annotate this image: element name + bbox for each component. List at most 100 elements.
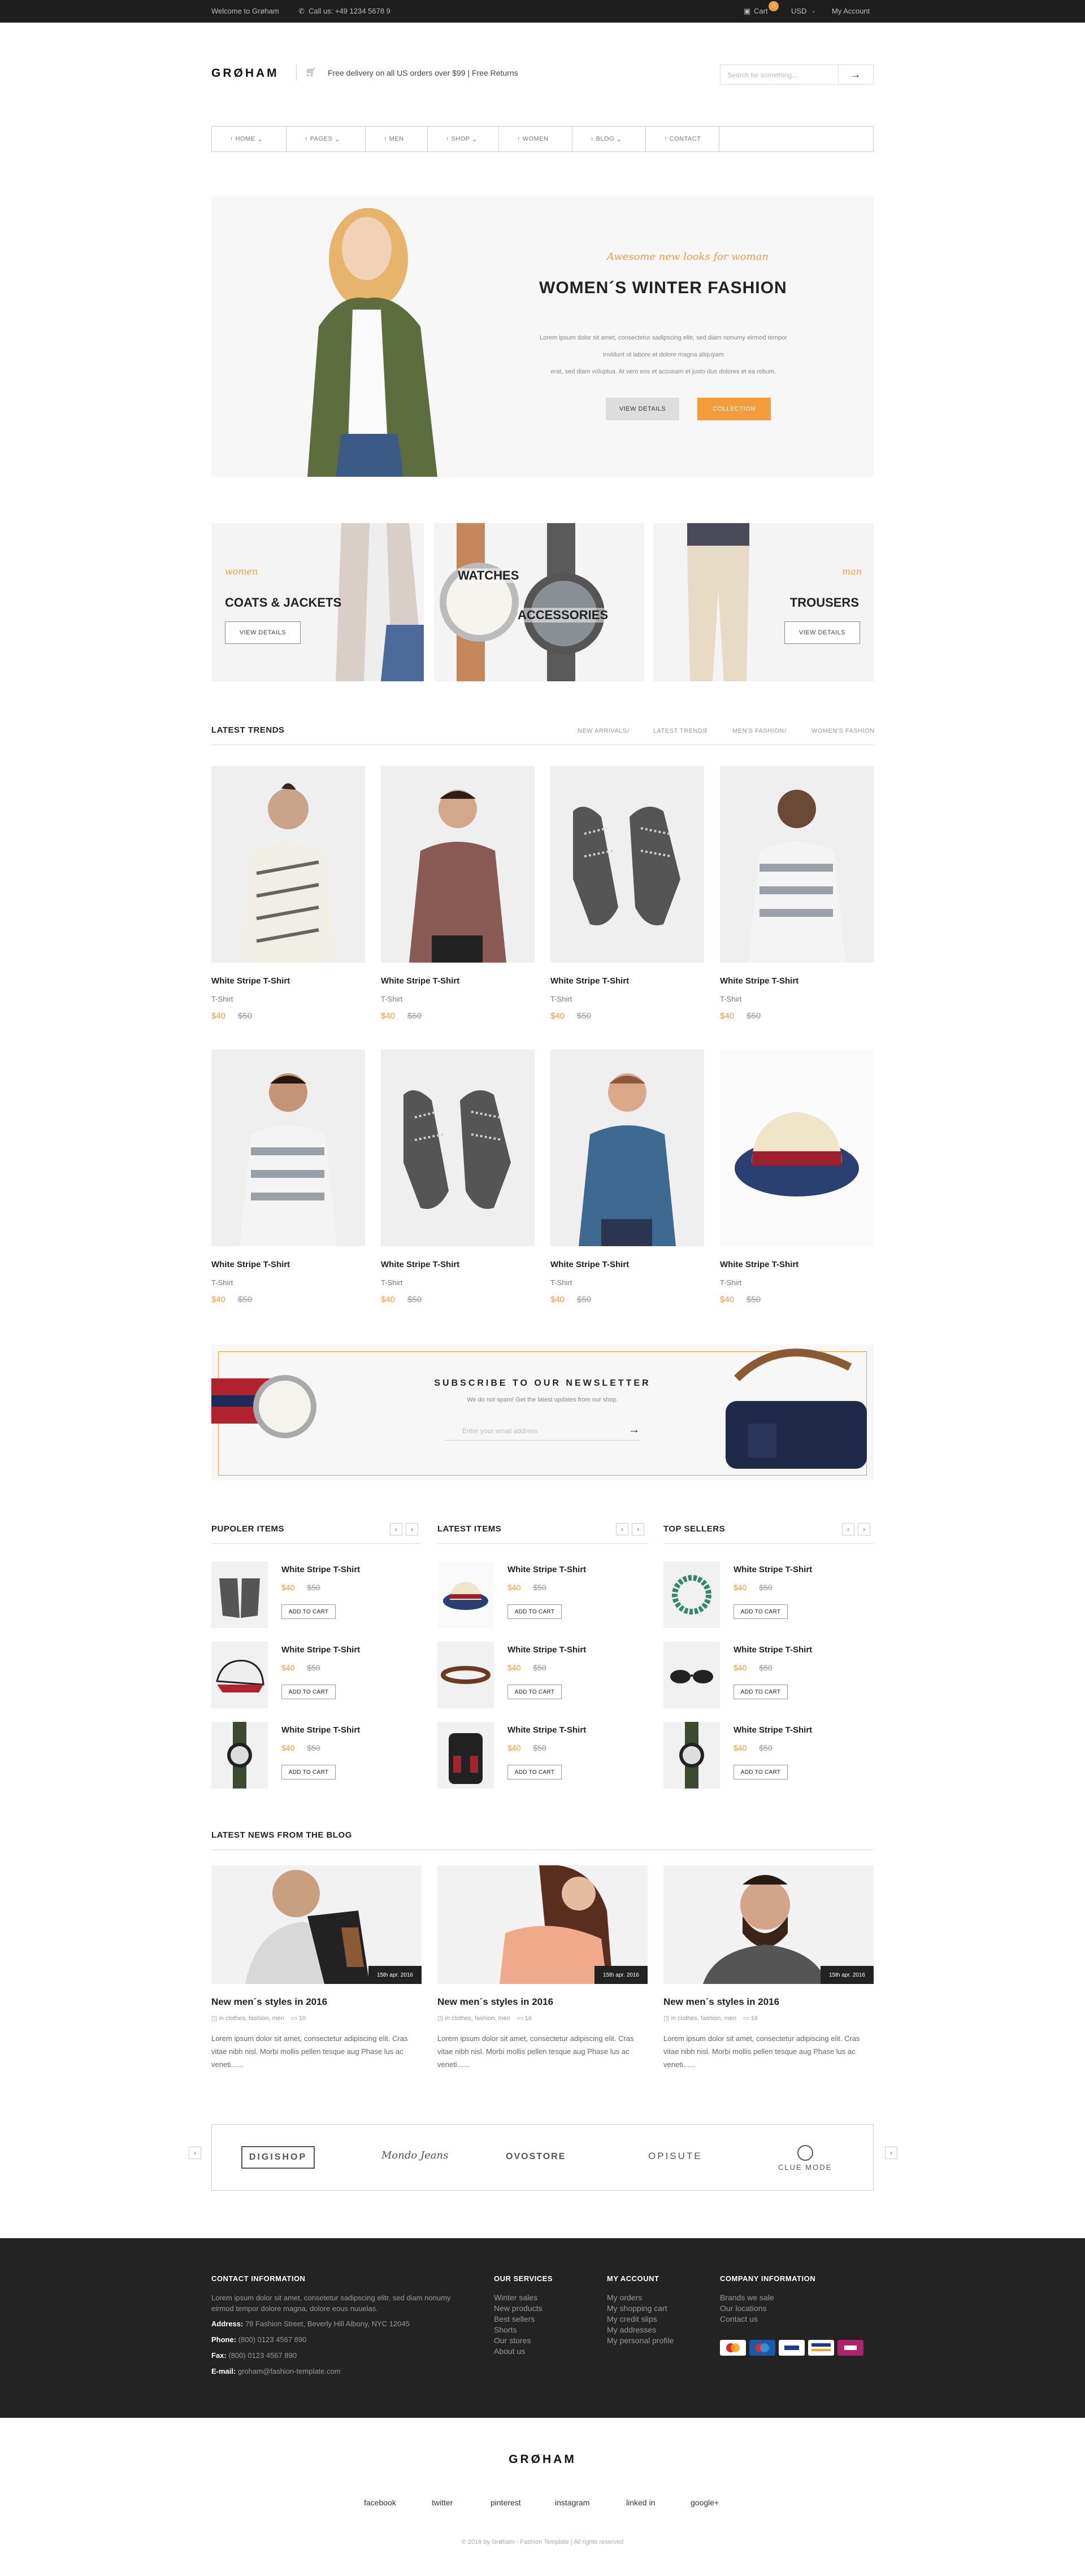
post-image[interactable]: 15th apr. 2016 bbox=[663, 1865, 874, 1984]
brand-logo[interactable]: CLUE MODE bbox=[778, 2163, 832, 2172]
product-name[interactable]: White Stripe T-Shirt bbox=[211, 1260, 365, 1269]
item-name[interactable]: White Stripe T-Shirt bbox=[507, 1565, 586, 1574]
chevron-left-icon[interactable]: ‹ bbox=[189, 2147, 201, 2159]
post-title[interactable]: New men´s styles in 2016 bbox=[437, 1996, 648, 2008]
item-thumb[interactable] bbox=[663, 1642, 720, 1708]
item-thumb[interactable] bbox=[211, 1722, 268, 1789]
post-image[interactable]: 15th apr. 2016 bbox=[437, 1865, 648, 1984]
item-name[interactable]: White Stripe T-Shirt bbox=[734, 1725, 812, 1735]
footer-link[interactable]: Contact us bbox=[720, 2314, 774, 2325]
filter-new-arrivals[interactable]: NEW ARRIVALS bbox=[578, 728, 627, 734]
item-name[interactable]: White Stripe T-Shirt bbox=[281, 1565, 360, 1574]
chevron-right-icon[interactable]: › bbox=[632, 1523, 644, 1535]
email-input[interactable]: Enter your email address bbox=[462, 1427, 537, 1435]
product-image[interactable] bbox=[550, 1050, 704, 1246]
collection-button[interactable]: COLLECTION bbox=[697, 398, 771, 420]
product-card[interactable]: White Stripe T-Shirt T-Shirt $40 $50 bbox=[211, 1050, 365, 1304]
footer-link[interactable]: About us bbox=[494, 2346, 542, 2357]
add-to-cart-button[interactable]: ADD TO CART bbox=[734, 1685, 788, 1699]
product-name[interactable]: White Stripe T-Shirt bbox=[381, 1260, 535, 1269]
post-tags[interactable]: in clothes, fashion, men bbox=[219, 2015, 284, 2022]
product-card[interactable]: White Stripe T-Shirt T-Shirt $40 $50 bbox=[211, 766, 365, 1021]
item-name[interactable]: White Stripe T-Shirt bbox=[281, 1645, 360, 1655]
product-card[interactable]: White Stripe T-Shirt T-Shirt $40 $50 bbox=[381, 766, 535, 1021]
chevron-right-icon[interactable]: › bbox=[406, 1523, 418, 1535]
product-image[interactable] bbox=[381, 766, 535, 963]
add-to-cart-button[interactable]: ADD TO CART bbox=[281, 1604, 336, 1619]
footer-link[interactable]: Our locations bbox=[720, 2303, 774, 2314]
product-image[interactable] bbox=[550, 766, 704, 963]
search-button[interactable]: → bbox=[838, 65, 873, 84]
view-details-button[interactable]: VIEW DETAILS bbox=[225, 621, 301, 644]
item-name[interactable]: White Stripe T-Shirt bbox=[734, 1565, 812, 1574]
blog-post[interactable]: 15th apr. 2016 New men´s styles in 2016 … bbox=[211, 1865, 422, 2071]
product-card[interactable]: White Stripe T-Shirt T-Shirt $40 $50 bbox=[550, 766, 704, 1021]
footer-link[interactable]: Brands we sale bbox=[720, 2292, 774, 2303]
item-thumb[interactable] bbox=[663, 1722, 720, 1789]
linkedin-link[interactable]: linked in bbox=[626, 2498, 655, 2507]
product-image[interactable] bbox=[720, 766, 874, 963]
list-item[interactable]: White Stripe T-Shirt $40 $50 ADD TO CART bbox=[663, 1642, 874, 1708]
item-thumb[interactable] bbox=[663, 1561, 720, 1628]
list-item[interactable]: White Stripe T-Shirt $40 $50 ADD TO CART bbox=[663, 1561, 874, 1628]
list-item[interactable]: White Stripe T-Shirt $40 $50 ADD TO CART bbox=[437, 1642, 648, 1708]
item-thumb[interactable] bbox=[437, 1722, 494, 1789]
footer-logo[interactable]: GRØHAM bbox=[0, 2453, 1085, 2466]
product-card[interactable]: White Stripe T-Shirt T-Shirt $40 $50 bbox=[720, 1050, 874, 1304]
add-to-cart-button[interactable]: ADD TO CART bbox=[507, 1685, 562, 1699]
cart-icon[interactable]: ▣ bbox=[744, 7, 750, 16]
add-to-cart-button[interactable]: ADD TO CART bbox=[507, 1604, 562, 1619]
pinterest-link[interactable]: pinterest bbox=[491, 2498, 521, 2507]
item-name[interactable]: White Stripe T-Shirt bbox=[734, 1645, 812, 1655]
filter-latest-trends[interactable]: LATEST TRENDS bbox=[653, 728, 707, 734]
nav-contact[interactable]: ↑ CONTACT bbox=[646, 127, 719, 151]
list-item[interactable]: White Stripe T-Shirt $40 $50 ADD TO CART bbox=[663, 1722, 874, 1789]
cart-link[interactable]: Cart bbox=[754, 7, 768, 15]
site-logo[interactable]: GRØHAM bbox=[211, 67, 279, 80]
nav-pages[interactable]: ↑ PAGES ⌄ bbox=[287, 127, 366, 151]
product-name[interactable]: White Stripe T-Shirt bbox=[720, 976, 874, 986]
brand-logo[interactable]: OVOSTORE bbox=[506, 2152, 566, 2162]
view-details-button[interactable]: VIEW DETAILS bbox=[784, 621, 860, 644]
twitter-link[interactable]: twitter bbox=[432, 2498, 453, 2507]
post-title[interactable]: New men´s styles in 2016 bbox=[663, 1996, 874, 2008]
footer-link[interactable]: New products bbox=[494, 2303, 542, 2314]
footer-link[interactable]: My credit slips bbox=[607, 2314, 674, 2325]
brand-logo[interactable]: DIGISHOP bbox=[241, 2146, 315, 2169]
footer-link[interactable]: My orders bbox=[607, 2292, 674, 2303]
chevron-right-icon[interactable]: › bbox=[858, 1523, 870, 1535]
list-item[interactable]: White Stripe T-Shirt $40 $50 ADD TO CART bbox=[437, 1722, 648, 1789]
filter-mens[interactable]: MEN'S FASHION bbox=[732, 728, 784, 734]
nav-men[interactable]: ↑ MEN bbox=[366, 127, 428, 151]
item-name[interactable]: White Stripe T-Shirt bbox=[507, 1725, 586, 1735]
product-name[interactable]: White Stripe T-Shirt bbox=[211, 976, 365, 986]
blog-post[interactable]: 15th apr. 2016 New men´s styles in 2016 … bbox=[663, 1865, 874, 2071]
list-item[interactable]: White Stripe T-Shirt $40 $50 ADD TO CART bbox=[211, 1642, 422, 1708]
add-to-cart-button[interactable]: ADD TO CART bbox=[281, 1765, 336, 1779]
search-input[interactable]: Search for something... bbox=[721, 65, 838, 84]
post-title[interactable]: New men´s styles in 2016 bbox=[211, 1996, 422, 2008]
footer-link[interactable]: My personal profile bbox=[607, 2335, 674, 2346]
footer-link[interactable]: My shopping cart bbox=[607, 2303, 674, 2314]
product-card[interactable]: White Stripe T-Shirt T-Shirt $40 $50 bbox=[550, 1050, 704, 1304]
nav-shop[interactable]: ↑ SHOP ⌄ bbox=[428, 127, 499, 151]
add-to-cart-button[interactable]: ADD TO CART bbox=[734, 1604, 788, 1619]
subscribe-arrow-icon[interactable]: → bbox=[628, 1424, 640, 1437]
brand-logo[interactable]: OPISUTE bbox=[648, 2151, 702, 2162]
item-thumb[interactable] bbox=[211, 1561, 268, 1628]
item-thumb[interactable] bbox=[437, 1561, 494, 1628]
chevron-left-icon[interactable]: ‹ bbox=[616, 1523, 628, 1535]
product-name[interactable]: White Stripe T-Shirt bbox=[550, 976, 704, 986]
add-to-cart-button[interactable]: ADD TO CART bbox=[281, 1685, 336, 1699]
product-card[interactable]: White Stripe T-Shirt T-Shirt $40 $50 bbox=[720, 766, 874, 1021]
product-name[interactable]: White Stripe T-Shirt bbox=[381, 976, 535, 986]
product-image[interactable] bbox=[211, 766, 365, 963]
footer-link[interactable]: Best sellers bbox=[494, 2314, 542, 2325]
product-name[interactable]: White Stripe T-Shirt bbox=[550, 1260, 704, 1269]
product-image[interactable] bbox=[720, 1050, 874, 1246]
post-tags[interactable]: in clothes, fashion, men bbox=[445, 2015, 510, 2022]
filter-womens[interactable]: WOMEN'S FASHION bbox=[811, 728, 875, 734]
blog-post[interactable]: 15th apr. 2016 New men´s styles in 2016 … bbox=[437, 1865, 648, 2071]
item-name[interactable]: White Stripe T-Shirt bbox=[507, 1645, 586, 1655]
item-thumb[interactable] bbox=[211, 1642, 268, 1708]
